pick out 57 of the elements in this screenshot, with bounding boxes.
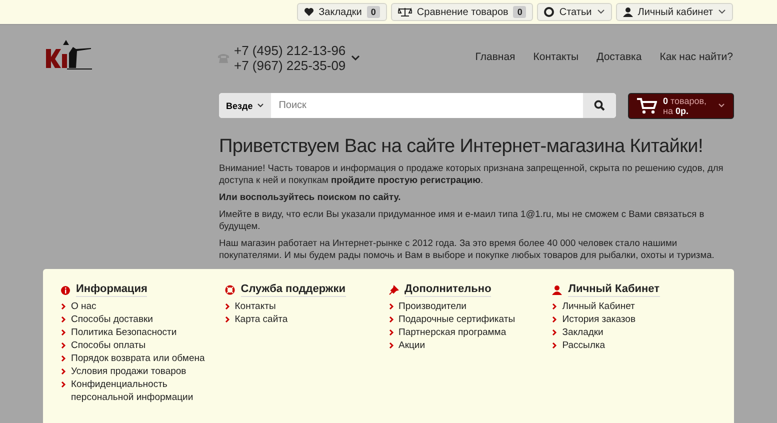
user-icon bbox=[622, 7, 633, 17]
footer-link[interactable]: Личный Кабинет bbox=[562, 300, 635, 313]
cart-icon bbox=[637, 98, 657, 114]
footer-link[interactable]: О нас bbox=[71, 300, 96, 313]
logo-drawing bbox=[45, 39, 93, 71]
toolbar-button[interactable]: Личный кабинет bbox=[616, 3, 733, 21]
footer-link[interactable]: Карта сайта bbox=[234, 313, 288, 326]
footer-heading: Информация bbox=[76, 283, 148, 297]
footer-link[interactable]: Условия продажи товаров bbox=[71, 365, 186, 378]
search-button[interactable] bbox=[583, 93, 616, 118]
footer-link[interactable]: Политика Безопасности bbox=[71, 326, 177, 339]
footer-link[interactable]: История заказов bbox=[562, 313, 636, 326]
toolbar-button[interactable]: Закладки 0 bbox=[296, 3, 387, 21]
nav-link[interactable]: Как нас найти? bbox=[660, 51, 733, 63]
caret-icon bbox=[718, 103, 725, 108]
footer-link[interactable]: Подарочные сертификаты bbox=[398, 313, 516, 326]
footer-link[interactable]: Порядок возврата или обмена bbox=[71, 352, 205, 365]
phone-icon bbox=[218, 53, 229, 63]
count-badge: 0 bbox=[513, 6, 526, 18]
pin-icon bbox=[388, 285, 398, 295]
chevron-down-icon[interactable] bbox=[350, 55, 360, 61]
welcome-paragraph: Имейте в виду, что если Вы указали придуманное имя и е-маил типа 1@1.ru, мы не сможем с Вами связаться в будущем. bbox=[219, 208, 706, 232]
search-field[interactable]: Везде Поиск bbox=[219, 93, 616, 118]
footer-heading: Служба поддержки bbox=[240, 283, 346, 297]
welcome-paragraph: Или воспользуйтесь поиском по сайту. bbox=[219, 191, 402, 203]
footer-link[interactable]: Партнерская программа bbox=[398, 326, 506, 339]
caret-icon bbox=[596, 9, 605, 15]
welcome-paragraph: Внимание! Часть товаров и информация о продаже которых признана запрещенной, скрыта по решению судов, для доступа к ней и покупкам пройдите простую регистрацию. bbox=[219, 162, 724, 186]
welcome-paragraph: Наш магазин работает на Интернет-рынке с 2012 года. За это время более 40 000 человек стало нашими покупателями. И мы будем рады помочь и Вам в выборе и покупке любых товаров для рыбалки, охоты и туризма. bbox=[219, 237, 716, 261]
scales-icon bbox=[398, 7, 412, 17]
footer-heading: Личный Кабинет bbox=[568, 283, 660, 297]
nav-link[interactable]: Контакты bbox=[533, 51, 579, 63]
caret-icon bbox=[256, 103, 264, 108]
footer-link[interactable]: Производители bbox=[398, 300, 466, 313]
footer-heading: Дополнительно bbox=[404, 283, 492, 297]
scope-dropdown[interactable]: Везде bbox=[219, 93, 271, 118]
caret-icon bbox=[718, 9, 726, 15]
footer-link[interactable]: Акции bbox=[398, 339, 426, 352]
footer-link[interactable]: Закладки bbox=[562, 326, 604, 339]
footer-link[interactable]: Контакты bbox=[234, 300, 276, 313]
heart-icon bbox=[304, 7, 314, 17]
search-icon bbox=[594, 100, 605, 111]
phone-number: +7 (967) 225-35-09 bbox=[234, 58, 346, 73]
nav-link[interactable]: Главная bbox=[475, 51, 516, 63]
footer-link[interactable]: Рассылка bbox=[562, 339, 606, 352]
footer-link[interactable]: Способы доставки bbox=[71, 313, 153, 326]
toolbar-button[interactable]: Статьи bbox=[537, 3, 612, 21]
info-icon bbox=[61, 286, 70, 294]
user-icon bbox=[552, 285, 562, 295]
welcome-heading: Приветствуем Вас на сайте Интернет-магазина Китайки! bbox=[219, 136, 704, 158]
phone-number: +7 (495) 212-13-96 bbox=[234, 43, 346, 58]
toolbar-button[interactable]: Сравнение товаров 0 bbox=[390, 3, 534, 21]
cart-button[interactable]: 0 товаров, на 0р. bbox=[628, 92, 734, 118]
nav-link[interactable]: Доставка bbox=[596, 51, 642, 63]
footer-link[interactable]: Способы оплаты bbox=[71, 339, 146, 352]
count-badge: 0 bbox=[366, 6, 380, 18]
footer-link[interactable]: Конфиденциальность персональной информации bbox=[71, 378, 211, 404]
